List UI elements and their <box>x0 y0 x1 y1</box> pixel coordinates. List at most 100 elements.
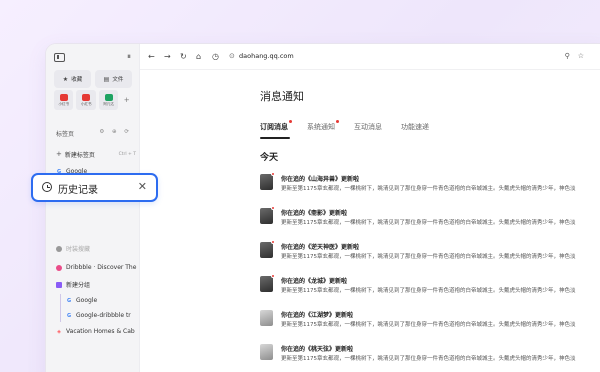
unread-dot <box>336 120 339 123</box>
app-label: 阿凡达 <box>103 101 114 106</box>
tab-label: 互动消息 <box>354 123 382 131</box>
back-icon[interactable]: ← <box>148 52 155 61</box>
sidebar-tab-item[interactable]: G Google-dribbble tr <box>66 310 138 321</box>
app-tile[interactable]: 阿凡达 <box>98 90 119 110</box>
favorites-label: 收藏 <box>71 77 83 83</box>
group-icon <box>56 281 62 288</box>
new-tab-button[interactable]: + 新建标签页 Ctrl + T <box>56 149 136 159</box>
notification-title: 你在追的《逆天神医》更新啦 <box>281 244 360 251</box>
notification-page: 消息通知 订阅消息 系统通知 互动消息 功能速递 今天 你在追的《山海异兽》更新… <box>140 70 600 372</box>
history-menu-item[interactable]: 历史记录 ✕ <box>31 173 158 202</box>
sidebar-tab-item[interactable]: Dribbble · Discover The <box>56 262 138 273</box>
airbnb-icon: ◈ <box>57 328 61 335</box>
notification-item[interactable]: 你在追的《龙城》更新啦 更新至第1175章玄都观，一棵桃树下，眺清见到了那位身穿… <box>260 274 600 302</box>
collapse-icon[interactable]: ⏸ <box>127 52 131 62</box>
book-cover <box>260 344 273 360</box>
notification-body: 更新至第1175章玄都观，一棵桃树下，眺清见到了那位身穿一件青色道袍的白帝城城主… <box>281 288 576 294</box>
notification-item[interactable]: 你在追的《山海异兽》更新啦 更新至第1175章玄都观，一棵桃树下，眺清见到了那位… <box>260 172 600 200</box>
new-tab-shortcut: Ctrl + T <box>118 151 136 157</box>
files-button[interactable]: ▤ 文件 <box>95 70 132 88</box>
tab-subscription[interactable]: 订阅消息 <box>260 120 292 132</box>
group-divider <box>60 294 61 322</box>
app-tile[interactable]: 小红书 <box>76 90 96 110</box>
browser-window: ⏸ ★ 收藏 ▤ 文件 小红书 小红书 阿凡达 + 标签页 ⚙ ⊕ ⟳ + 新建… <box>46 44 600 372</box>
notification-body: 更新至第1175章玄都观，一棵桃树下，眺清见到了那位身穿一件青色道袍的白帝城城主… <box>281 356 576 362</box>
globe-icon <box>56 245 62 252</box>
group-label: 新建分组 <box>66 282 91 289</box>
notification-item[interactable]: 你在追的《江湖梦》更新啦 更新至第1175章玄都观，一棵桃树下，眺清见到了那位身… <box>260 310 600 336</box>
forward-icon[interactable]: → <box>164 52 171 61</box>
notification-body: 更新至第1175章玄都观，一棵桃树下，眺清见到了那位身穿一件青色道袍的白帝城城主… <box>281 322 576 328</box>
tab-label: 订阅消息 <box>260 123 288 131</box>
unread-dot <box>289 120 292 123</box>
sidebar-tab-item[interactable]: ◈ Vacation Homes & Cab <box>56 326 138 337</box>
tab-label: 系统通知 <box>307 123 335 131</box>
notification-title: 你在追的《龙城》更新啦 <box>281 278 348 285</box>
reload-icon[interactable]: ↻ <box>180 52 187 61</box>
new-tab-label: 新建标签页 <box>64 151 95 159</box>
close-icon[interactable]: ✕ <box>138 180 147 193</box>
notification-title: 你在追的《山海异兽》更新啦 <box>281 176 360 183</box>
unread-dot <box>271 206 275 210</box>
unread-dot <box>271 274 275 278</box>
sidebar-tab-item[interactable]: 时装搜藏 <box>56 243 138 254</box>
tab-label: Dribbble · Discover The <box>66 264 137 271</box>
notification-title: 你在追的《桃天弦》更新啦 <box>281 346 354 353</box>
tabs-header-icons[interactable]: ⚙ ⊕ ⟳ <box>99 129 132 135</box>
tab-label: 功能速递 <box>401 123 429 131</box>
notification-item[interactable]: 你在追的《逆天神医》更新啦 更新至第1175章玄都观，一棵桃树下，眺清见到了那位… <box>260 240 600 268</box>
history-dropdown-icon[interactable]: ◷ <box>212 52 219 61</box>
browser-toolbar: ← → ↻ ⌂ ◷ ⊙ daohang.qq.com ⚲☆ <box>140 44 600 70</box>
tab-label: Google-dribbble tr <box>76 312 131 319</box>
quick-actions: ★ 收藏 ▤ 文件 <box>54 70 132 88</box>
book-cover <box>260 172 275 190</box>
unread-dot <box>271 240 275 244</box>
book-cover <box>260 274 275 292</box>
unread-dot <box>271 172 275 176</box>
sidebar-top: ⏸ <box>54 52 131 64</box>
notification-title: 你在追的《斋影》更新啦 <box>281 210 348 217</box>
app-label: 小红书 <box>58 101 69 106</box>
book-cover <box>260 240 275 258</box>
app-label: 小红书 <box>80 101 92 106</box>
tab-features[interactable]: 功能速递 <box>401 122 429 132</box>
add-app-button[interactable]: + <box>121 90 132 110</box>
toolbar-actions[interactable]: ⚲☆ <box>565 52 592 60</box>
tab-interaction[interactable]: 互动消息 <box>354 122 382 132</box>
notification-tabs: 订阅消息 系统通知 互动消息 功能速递 <box>260 120 429 132</box>
clock-icon <box>42 182 52 192</box>
app-shortcuts: 小红书 小红书 阿凡达 + <box>54 90 132 110</box>
sidebar-group-item[interactable]: 新建分组 <box>56 279 138 290</box>
tab-system[interactable]: 系统通知 <box>307 120 339 132</box>
address-bar[interactable]: daohang.qq.com <box>239 52 294 60</box>
page-title: 消息通知 <box>260 90 304 103</box>
file-icon: ▤ <box>103 75 110 83</box>
notification-body: 更新至第1175章玄都观，一棵桃树下，眺清见到了那位身穿一件青色道袍的白帝城城主… <box>281 220 576 226</box>
tabs-title: 标签页 <box>56 131 75 138</box>
sidebar: ⏸ ★ 收藏 ▤ 文件 小红书 小红书 阿凡达 + 标签页 ⚙ ⊕ ⟳ + 新建… <box>46 44 140 372</box>
tabs-header: 标签页 ⚙ ⊕ ⟳ <box>56 128 132 138</box>
files-label: 文件 <box>112 77 124 83</box>
favorites-button[interactable]: ★ 收藏 <box>54 70 91 88</box>
dribbble-icon <box>56 264 62 271</box>
book-cover <box>260 310 273 326</box>
app-tile[interactable]: 小红书 <box>54 90 74 110</box>
site-info-icon[interactable]: ⊙ <box>229 52 235 60</box>
tab-label: 时装搜藏 <box>66 246 91 253</box>
google-icon: G <box>66 312 72 319</box>
google-icon: G <box>66 297 72 304</box>
notification-item[interactable]: 你在追的《桃天弦》更新啦 更新至第1175章玄都观，一棵桃树下，眺清见到了那位身… <box>260 344 600 370</box>
history-label: 历史记录 <box>58 185 98 196</box>
tab-label: Vacation Homes & Cab <box>66 328 135 335</box>
plus-icon: + <box>56 150 62 158</box>
notification-title: 你在追的《江湖梦》更新啦 <box>281 312 354 319</box>
app-logo-icon <box>104 93 113 101</box>
home-icon[interactable]: ⌂ <box>196 52 201 61</box>
xiaohongshu-icon <box>82 93 91 101</box>
sidebar-tab-item[interactable]: G Google <box>66 295 138 306</box>
sidebar-toggle-icon[interactable] <box>54 53 65 62</box>
notification-body: 更新至第1175章玄都观，一棵桃树下，眺清见到了那位身穿一件青色道袍的白帝城城主… <box>281 186 576 192</box>
day-heading: 今天 <box>260 153 279 163</box>
notification-body: 更新至第1175章玄都观，一棵桃树下，眺清见到了那位身穿一件青色道袍的白帝城城主… <box>281 254 576 260</box>
notification-item[interactable]: 你在追的《斋影》更新啦 更新至第1175章玄都观，一棵桃树下，眺清见到了那位身穿… <box>260 206 600 234</box>
